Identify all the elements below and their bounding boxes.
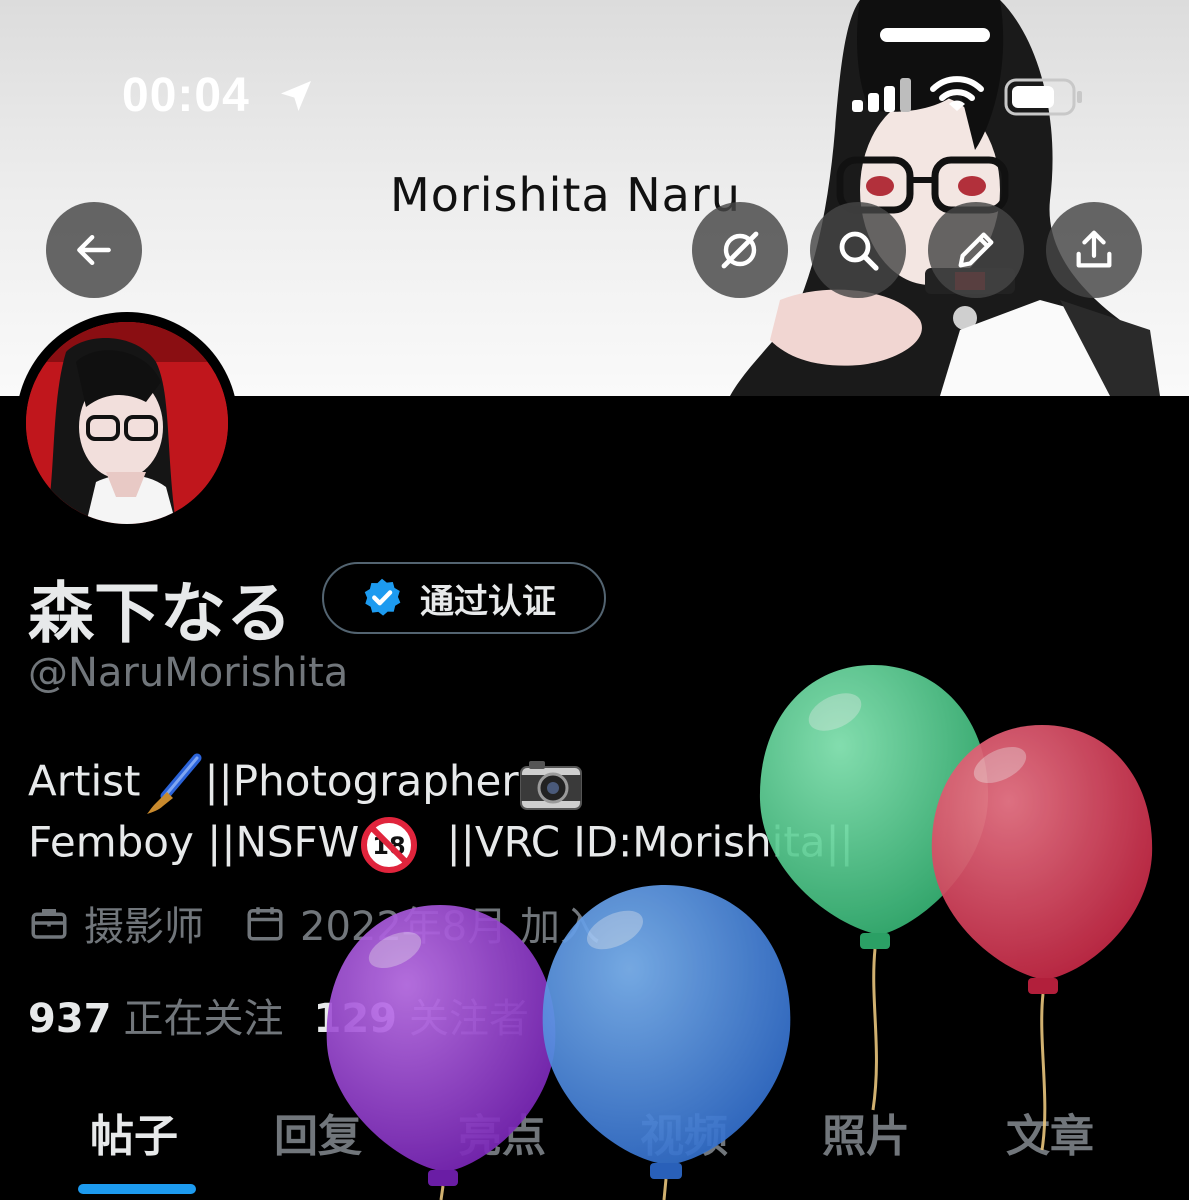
profession-text: 摄影师 <box>84 904 204 950</box>
pencil-icon <box>958 232 994 268</box>
edit-button[interactable] <box>928 202 1024 298</box>
tab-photos[interactable]: 照片 <box>822 1100 910 1164</box>
wifi-icon <box>930 76 984 111</box>
bio-text-nsfw: Femboy ||NSFW <box>28 817 360 867</box>
verified-badge-icon <box>364 578 401 616</box>
bio-line-2: Femboy ||NSFW 18 ||VRC ID:Morishita|| <box>28 815 854 875</box>
user-handle: @NaruMorishita <box>28 650 349 696</box>
profile-meta-row: 摄影师 2022年8月 加入 <box>28 894 600 952</box>
verified-label: 通过认证 <box>420 581 556 622</box>
tab-articles[interactable]: 文章 <box>1006 1100 1094 1164</box>
share-button[interactable] <box>1046 202 1142 298</box>
search-button[interactable] <box>810 202 906 298</box>
followers-label: 关注者 <box>409 996 529 1042</box>
camera-emoji-icon <box>519 761 582 810</box>
tab-posts[interactable]: 帖子 <box>90 1100 178 1164</box>
paintbrush-emoji-icon <box>146 753 201 814</box>
status-bar-time: 00:04 <box>122 69 250 122</box>
grok-icon <box>721 231 759 269</box>
back-button[interactable] <box>46 202 142 298</box>
search-icon <box>839 231 879 271</box>
bio-line-1: Artist ||Photographer <box>28 752 583 816</box>
location-arrow-icon <box>281 81 311 111</box>
avatar-image <box>26 322 228 524</box>
battery-icon <box>1004 78 1082 116</box>
tab-replies[interactable]: 回复 <box>274 1100 362 1164</box>
active-tab-indicator <box>78 1184 196 1194</box>
follow-stats: 937 正在关注 129 关注者 <box>28 986 529 1044</box>
verified-badge-button[interactable]: 通过认证 <box>322 562 606 634</box>
no-under-18-emoji-icon: 18 <box>361 817 418 873</box>
profile-tabs: 帖子 回复 亮点 视频 照片 文章 <box>0 1092 1189 1200</box>
following-count: 937 <box>28 996 112 1042</box>
tab-videos[interactable]: 视频 <box>640 1100 728 1164</box>
profession-item: 摄影师 <box>28 894 204 952</box>
back-arrow-icon <box>77 234 111 266</box>
joined-text: 2022年8月 加入 <box>300 904 600 950</box>
bio-text-vrc: ||VRC ID:Morishita|| <box>446 817 854 867</box>
banner-title-text: Morishita Naru <box>390 168 741 222</box>
followers-count: 129 <box>313 996 398 1042</box>
profile-avatar[interactable] <box>16 312 238 534</box>
cellular-signal-icon <box>852 78 911 112</box>
avatar-artwork <box>26 322 228 524</box>
calendar-icon <box>247 907 283 941</box>
following-link[interactable]: 937 正在关注 <box>28 986 284 1044</box>
grok-button[interactable] <box>692 202 788 298</box>
red-balloon <box>931 725 1153 1151</box>
joined-item: 2022年8月 加入 <box>244 894 600 952</box>
tab-highlights[interactable]: 亮点 <box>458 1100 546 1164</box>
followers-link[interactable]: 129 关注者 <box>314 986 530 1044</box>
green-balloon <box>759 665 989 1111</box>
briefcase-icon <box>31 909 67 939</box>
bio-text-photographer: ||Photographer <box>204 756 519 806</box>
display-name: 森下なる <box>28 575 292 652</box>
bio-text-artist: Artist <box>28 756 141 806</box>
share-icon <box>1076 230 1112 268</box>
following-label: 正在关注 <box>123 996 284 1042</box>
